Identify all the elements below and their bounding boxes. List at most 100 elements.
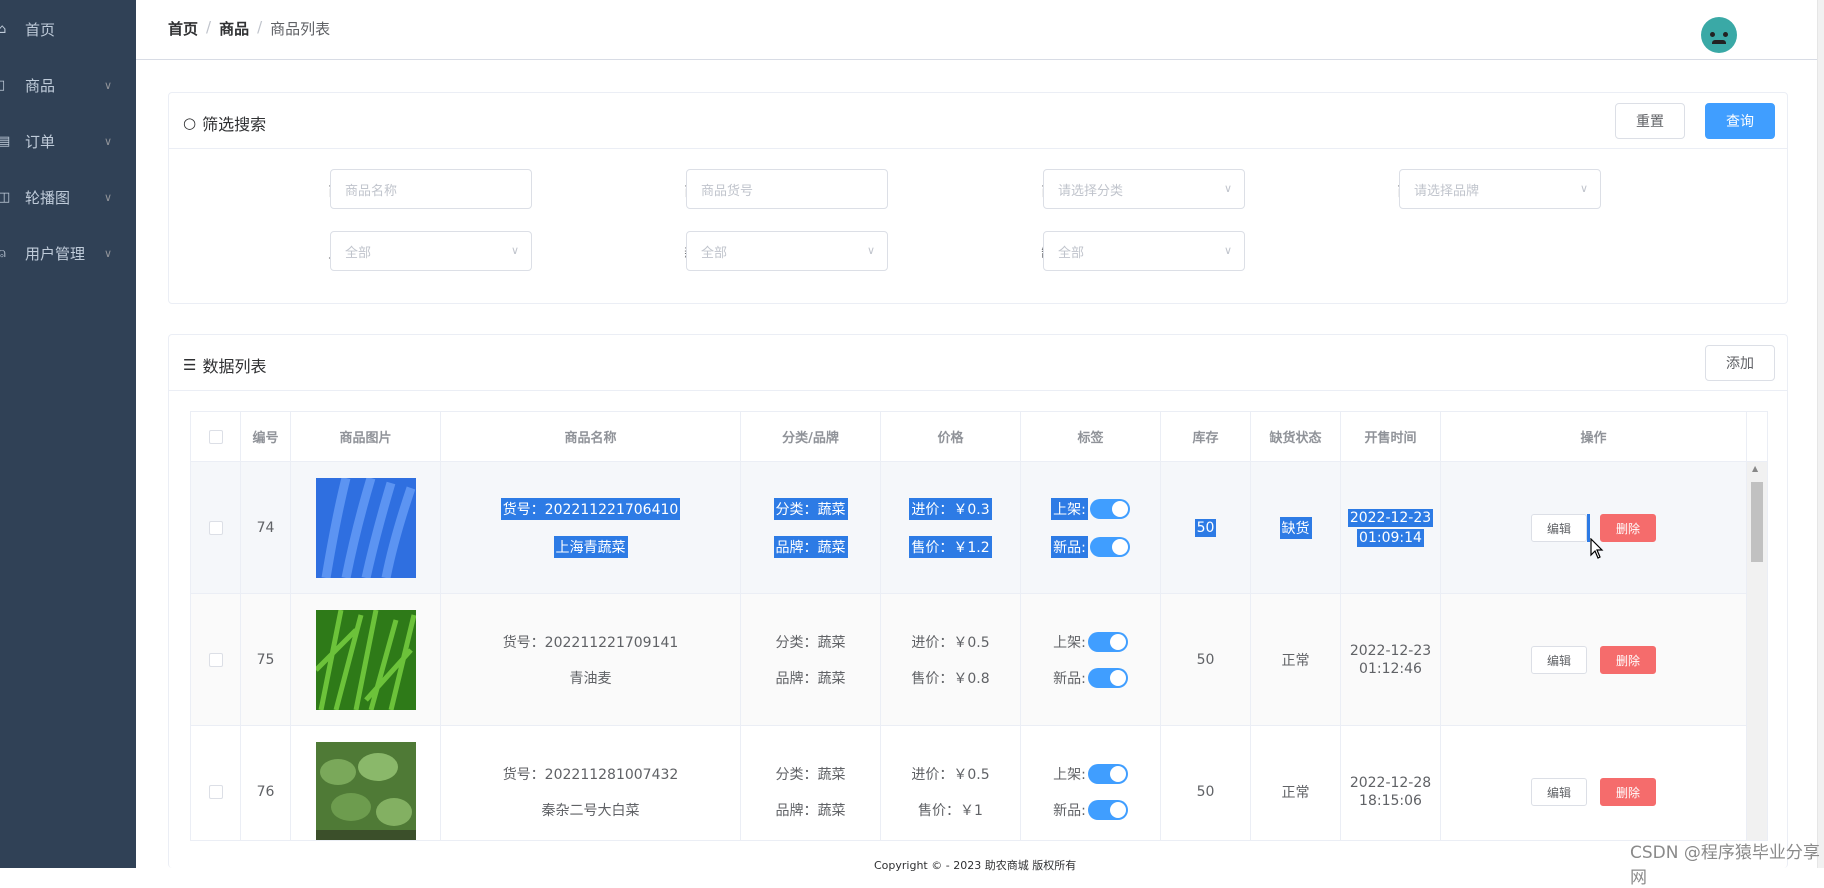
- stock-cell: 50: [1161, 726, 1251, 840]
- breadcrumb: 首页 / 商品 / 商品列表: [168, 18, 330, 39]
- row-checkbox[interactable]: [208, 521, 223, 535]
- product-name: 秦杂二号大白菜: [541, 803, 640, 819]
- product-name-input[interactable]: 商品名称: [330, 169, 532, 209]
- product-sku-input[interactable]: 商品货号: [686, 169, 888, 209]
- table-row[interactable]: 75 货号：202211221709141 青油麦 分类：蔬菜 品牌：蔬菜 进价…: [191, 594, 1747, 726]
- chevron-down-icon: ∨: [1223, 244, 1232, 257]
- delete-button[interactable]: 删除: [1600, 646, 1656, 674]
- on-shelf-switch[interactable]: [1087, 632, 1128, 652]
- breadcrumb-home[interactable]: 首页: [168, 18, 198, 39]
- data-list-title-text: 数据列表: [202, 357, 267, 376]
- sale-time-cell: 2022-12-23 01:09:14: [1341, 462, 1441, 594]
- stock-status-cell: 正常: [1251, 726, 1341, 840]
- chevron-down-icon: ∨: [866, 244, 875, 257]
- column-header[interactable]: 标签: [1021, 412, 1161, 462]
- filter-title-text: 筛选搜索: [202, 115, 267, 134]
- edit-button[interactable]: 编辑: [1531, 646, 1587, 674]
- column-header[interactable]: 分类/品牌: [741, 412, 881, 462]
- on-shelf-switch[interactable]: [1089, 499, 1130, 519]
- chevron-down-icon: ∨: [104, 78, 113, 92]
- column-header[interactable]: 操作: [1441, 412, 1747, 462]
- delete-button[interactable]: 删除: [1600, 778, 1656, 806]
- product-image[interactable]: [315, 742, 416, 841]
- watermark: CSDN @程序猿毕业分享网: [1630, 843, 1820, 888]
- cost-price: 进价：￥0.5: [911, 767, 990, 783]
- stock-status-cell: 缺货: [1251, 462, 1341, 594]
- brand-select[interactable]: 请选择品牌 ∨: [1399, 169, 1601, 209]
- column-header[interactable]: 缺货状态: [1251, 412, 1341, 462]
- new-switch[interactable]: [1087, 668, 1128, 688]
- new-switch[interactable]: [1087, 800, 1128, 820]
- shelf-status-select[interactable]: 全部 ∨: [330, 231, 532, 271]
- scroll-up-icon[interactable]: ▲: [1752, 464, 1758, 473]
- row-checkbox-cell: [191, 594, 241, 726]
- breadcrumb-goods[interactable]: 商品: [219, 18, 249, 39]
- product-image[interactable]: [315, 610, 416, 710]
- product-table: 编号 商品图片 商品名称 分类/品牌 价格 标签 库存 缺货状态 开售时间 操作…: [190, 411, 1768, 841]
- on-shelf-tag: 上架:: [1053, 764, 1128, 784]
- reset-button[interactable]: 重置: [1615, 103, 1685, 139]
- sidebar: ⌂ 首页 ▯ 商品 ∨ ▤ 订单 ∨ ◫ 轮播图 ∨ ⍝ 用户管理 ∨: [0, 0, 136, 868]
- column-header[interactable]: 编号: [241, 412, 291, 462]
- edit-button[interactable]: 编辑: [1531, 778, 1587, 806]
- column-header[interactable]: 商品名称: [441, 412, 741, 462]
- product-category: 分类：蔬菜: [773, 498, 848, 520]
- edit-button[interactable]: 编辑: [1531, 514, 1587, 542]
- table-row[interactable]: 74 货号：202211221706410 上海青蔬菜 分类：蔬菜 品牌：蔬菜 …: [191, 462, 1747, 594]
- column-header[interactable]: 价格: [881, 412, 1021, 462]
- table-scrollbar[interactable]: ▲: [1747, 462, 1767, 840]
- stock-status: 正常: [1281, 653, 1310, 669]
- sidebar-item-home[interactable]: ⌂ 首页: [0, 1, 136, 57]
- image-cell: [291, 462, 441, 594]
- sale-date: 2022-12-23: [1347, 509, 1434, 527]
- sale-time: 18:15:06: [1359, 793, 1422, 809]
- page-scrollbar[interactable]: [1817, 0, 1824, 868]
- sidebar-item-orders[interactable]: ▤ 订单 ∨: [0, 113, 136, 169]
- brand-select-placeholder: 请选择品牌: [1414, 183, 1480, 199]
- category-select[interactable]: 请选择分类 ∨: [1043, 169, 1245, 209]
- product-brand: 品牌：蔬菜: [773, 536, 848, 558]
- breadcrumb-current: 商品列表: [270, 20, 331, 38]
- chevron-down-icon: ∨: [1223, 182, 1232, 195]
- on-shelf-switch[interactable]: [1087, 764, 1128, 784]
- product-id: 74: [256, 520, 275, 536]
- on-shelf-tag: 上架:: [1053, 632, 1128, 652]
- sale-time: 01:09:14: [1357, 529, 1424, 547]
- price-cell: 进价：￥0.5 售价：￥0.8: [881, 594, 1021, 726]
- stock-value: 50: [1194, 519, 1217, 537]
- product-image[interactable]: [315, 478, 416, 578]
- delete-button[interactable]: 删除: [1600, 514, 1656, 542]
- column-header[interactable]: 商品图片: [291, 412, 441, 462]
- add-button[interactable]: 添加: [1705, 345, 1775, 381]
- database-icon: ☰: [183, 356, 197, 374]
- column-header[interactable]: 开售时间: [1341, 412, 1441, 462]
- avatar-eye: [1723, 32, 1728, 37]
- sidebar-item-users[interactable]: ⍝ 用户管理 ∨: [0, 225, 136, 281]
- stock-status-select[interactable]: 全部 ∨: [1043, 231, 1245, 271]
- product-category: 分类：蔬菜: [775, 635, 846, 651]
- new-status-placeholder: 全部: [701, 245, 728, 261]
- avatar[interactable]: [1701, 17, 1737, 53]
- row-checkbox[interactable]: [208, 785, 223, 799]
- on-shelf-label: 上架:: [1053, 767, 1086, 783]
- row-checkbox-cell: [191, 726, 241, 840]
- on-shelf-tag: 上架:: [1051, 498, 1130, 520]
- header-gutter: [1747, 412, 1767, 462]
- tags-cell: 上架: 新品:: [1021, 726, 1161, 840]
- new-switch[interactable]: [1089, 537, 1130, 557]
- order-icon: ▤: [0, 133, 11, 149]
- filter-panel-header: ○ 筛选搜索 重置 查询: [169, 93, 1787, 149]
- table-row[interactable]: 76 货号：202211281007432 秦杂二号大白菜 分类：蔬菜 品牌：蔬…: [191, 726, 1747, 841]
- sale-time-cell: 2022-12-28 18:15:06: [1341, 726, 1441, 840]
- chevron-down-icon: ∨: [104, 134, 113, 148]
- sidebar-item-carousel[interactable]: ◫ 轮播图 ∨: [0, 169, 136, 225]
- avatar-eye: [1710, 32, 1715, 37]
- column-header[interactable]: 库存: [1161, 412, 1251, 462]
- actions-cell: 编辑 删除: [1441, 462, 1747, 594]
- new-status-select[interactable]: 全部 ∨: [686, 231, 888, 271]
- query-button[interactable]: 查询: [1705, 103, 1775, 139]
- sidebar-item-goods[interactable]: ▯ 商品 ∨: [0, 57, 136, 113]
- table-scrollbar-thumb[interactable]: [1751, 482, 1763, 562]
- row-checkbox[interactable]: [208, 653, 223, 667]
- select-all-checkbox[interactable]: [208, 429, 223, 444]
